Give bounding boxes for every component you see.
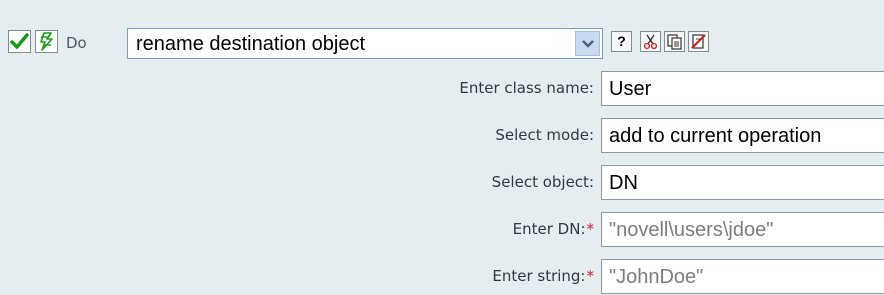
lightning-icon [40, 32, 53, 51]
mode-value: add to current operation [609, 125, 822, 147]
class-name-label: Enter class name: [459, 79, 594, 97]
string-value: "JohnDoe" [609, 266, 704, 288]
checkmark-icon [10, 33, 29, 49]
string-field[interactable]: "JohnDoe" [601, 259, 884, 294]
chevron-down-icon [582, 40, 594, 48]
scissors-icon [643, 34, 658, 50]
do-label: Do [66, 34, 87, 52]
mode-select[interactable]: add to current operation [601, 118, 884, 153]
param-row-object: Select object: DN [0, 165, 884, 200]
action-select[interactable]: rename destination object [127, 28, 603, 59]
required-marker: * [586, 220, 595, 238]
copy-icon [667, 34, 682, 50]
class-name-value: User [609, 78, 652, 100]
action-panel: Do rename destination object ? Enter cla… [0, 0, 884, 295]
param-row-string: Enter string:* "JohnDoe" [0, 259, 884, 294]
object-label: Select object: [491, 173, 594, 191]
param-row-dn: Enter DN:* "novell\users\jdoe" [0, 212, 884, 247]
object-select[interactable]: DN [601, 165, 884, 200]
class-name-field[interactable]: User [601, 71, 884, 106]
help-icon: ? [617, 33, 626, 49]
dn-label: Enter DN:* [512, 220, 595, 238]
dropdown-button[interactable] [575, 31, 600, 56]
cut-button[interactable] [640, 31, 661, 52]
mode-label: Select mode: [495, 126, 594, 144]
dn-value: "novell\users\jdoe" [609, 219, 774, 241]
dn-field[interactable]: "novell\users\jdoe" [601, 212, 884, 247]
string-label: Enter string:* [492, 267, 594, 285]
required-marker: * [586, 267, 595, 285]
enable-checkbox[interactable] [8, 30, 31, 53]
delete-button[interactable] [688, 31, 709, 52]
toggle-action-button[interactable] [35, 30, 58, 53]
param-row-mode: Select mode: add to current operation [0, 118, 884, 153]
object-value: DN [609, 172, 638, 194]
param-row-class-name: Enter class name: User [0, 71, 884, 106]
delete-icon [691, 34, 706, 49]
help-button[interactable]: ? [611, 31, 632, 52]
action-select-value: rename destination object [136, 33, 366, 55]
copy-button[interactable] [664, 31, 685, 52]
